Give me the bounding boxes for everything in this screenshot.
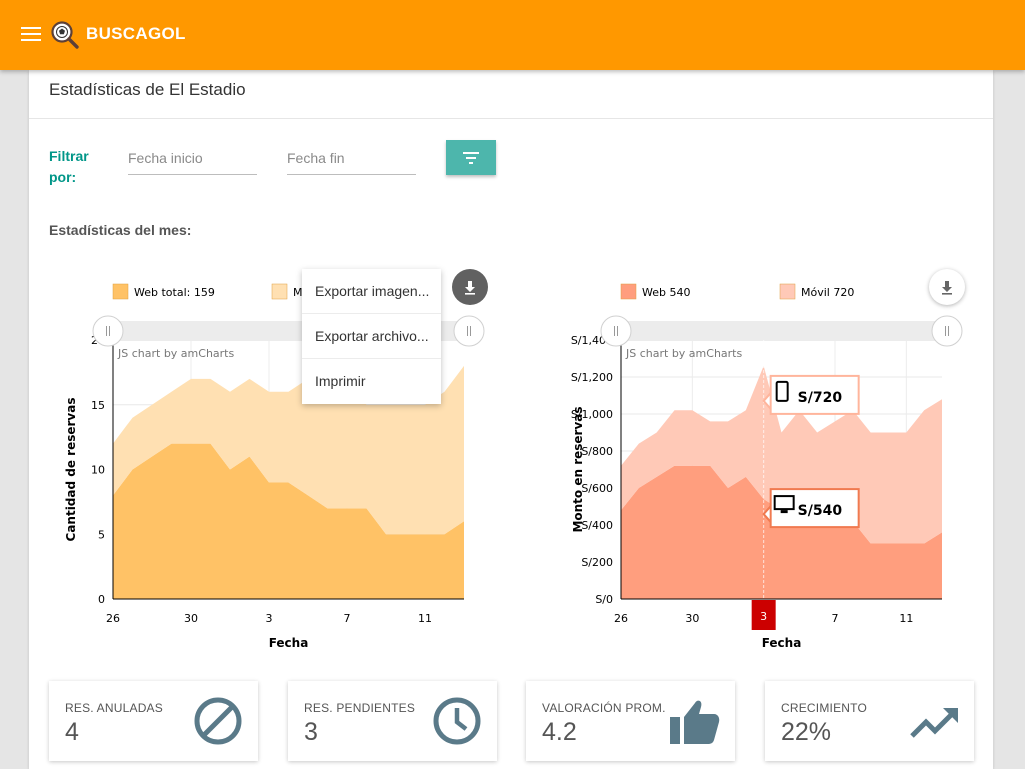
y-tick-label: 0 (98, 593, 105, 606)
kpi-value: 22% (781, 718, 832, 746)
x-tick-label: 30 (184, 612, 198, 625)
x-tick-label: 26 (614, 612, 628, 625)
x-tick-label: 26 (106, 612, 120, 625)
legend-swatch (271, 283, 288, 300)
kpi-label: CRECIMIENTO (781, 701, 867, 715)
legend-swatch (112, 283, 129, 300)
legend-swatch (779, 283, 796, 300)
chart2-download-button[interactable] (929, 269, 965, 305)
kpi-value: 4.2 (542, 718, 577, 746)
start-date-input[interactable] (128, 144, 257, 166)
y-tick-label: S/600 (581, 482, 613, 495)
y-axis-title: Cantidad de reservas (64, 398, 78, 542)
x-tick-label: 30 (685, 612, 699, 625)
export-file-item[interactable]: Exportar archivo... (302, 314, 441, 359)
clock-icon (433, 697, 481, 745)
card-divider (29, 118, 993, 119)
download-icon (465, 281, 475, 295)
scrollbar-track (611, 321, 952, 341)
chart1-download-button[interactable] (452, 269, 488, 305)
end-date-field[interactable] (287, 144, 416, 175)
x-axis-title: Fecha (269, 636, 309, 650)
filter-label: Filtrar por: (49, 148, 89, 185)
stadium-stats-card: Estadísticas de El Estadio Filtrar por: … (29, 70, 993, 769)
kpi-label: VALORACIÓN PROM. (542, 701, 666, 715)
desktop-stand (780, 510, 788, 514)
filter-list-icon (463, 152, 479, 164)
thumb-up-icon (670, 700, 720, 744)
y-tick-label: 10 (91, 464, 105, 477)
x-tick-label: 11 (899, 612, 913, 625)
kpi-value: 3 (304, 718, 318, 746)
x-tick-label: 3 (266, 612, 273, 625)
legend-label: Web total: 159 (134, 286, 215, 299)
kpi-cancelled: RES. ANULADAS 4 (49, 681, 258, 761)
y-tick-label: S/0 (595, 593, 613, 606)
kpi-label: RES. ANULADAS (65, 701, 163, 715)
scrollbar-start-handle (92, 315, 124, 347)
end-date-input[interactable] (287, 144, 416, 166)
cursor-date-label: 3 (760, 610, 767, 623)
kpi-rating: VALORACIÓN PROM. 4.2 (526, 681, 735, 761)
trending-up-icon (910, 708, 958, 738)
amcharts-watermark: JS chart by amCharts (625, 347, 742, 360)
kpi-label: RES. PENDIENTES (304, 701, 416, 715)
download-icon (942, 281, 952, 295)
amcharts-watermark: JS chart by amCharts (117, 347, 234, 360)
filter-button[interactable] (446, 140, 496, 175)
y-tick-label: 5 (98, 528, 105, 541)
logo-icon (51, 21, 79, 49)
month-stats-label: Estadísticas del mes: (49, 222, 192, 238)
y-tick-label: S/1,200 (571, 371, 613, 384)
print-item[interactable]: Imprimir (302, 359, 441, 404)
x-tick-label: 7 (344, 612, 351, 625)
tooltip-value: S/540 (798, 503, 843, 519)
kpi-pending: RES. PENDIENTES 3 (288, 681, 497, 761)
tooltip-value: S/720 (798, 390, 843, 406)
export-image-item[interactable]: Exportar imagen... (302, 269, 441, 314)
y-tick-label: 15 (91, 399, 105, 412)
scrollbar-end-handle (931, 315, 963, 347)
page-title: Estadísticas de El Estadio (49, 80, 246, 99)
reservations-amount-chart: S/0S/200S/400S/600S/800S/1,000S/1,200S/1… (571, 283, 963, 650)
kpi-value: 4 (65, 718, 79, 746)
legend-label: Web 540 (642, 286, 690, 299)
x-tick-label: 7 (832, 612, 839, 625)
scrollbar-end-handle (453, 315, 485, 347)
start-date-field[interactable] (128, 144, 257, 175)
y-tick-label: S/400 (581, 519, 613, 532)
legend-swatch (620, 283, 637, 300)
scrollbar-start-handle (600, 315, 632, 347)
x-tick-label: 11 (418, 612, 432, 625)
kpi-growth: CRECIMIENTO 22% (765, 681, 974, 761)
block-icon (194, 697, 242, 745)
y-axis-title: Monto en reservas (571, 406, 585, 532)
y-tick-label: S/800 (581, 445, 613, 458)
app-bar: BUSCAGOL (0, 0, 1025, 70)
app-title[interactable]: BUSCAGOL (86, 24, 186, 44)
export-menu: Exportar imagen... Exportar archivo... I… (302, 269, 441, 404)
x-axis-title: Fecha (762, 636, 802, 650)
legend-label: Móvil 720 (801, 286, 854, 299)
hamburger-menu-icon[interactable] (21, 27, 41, 43)
y-tick-label: S/200 (581, 556, 613, 569)
